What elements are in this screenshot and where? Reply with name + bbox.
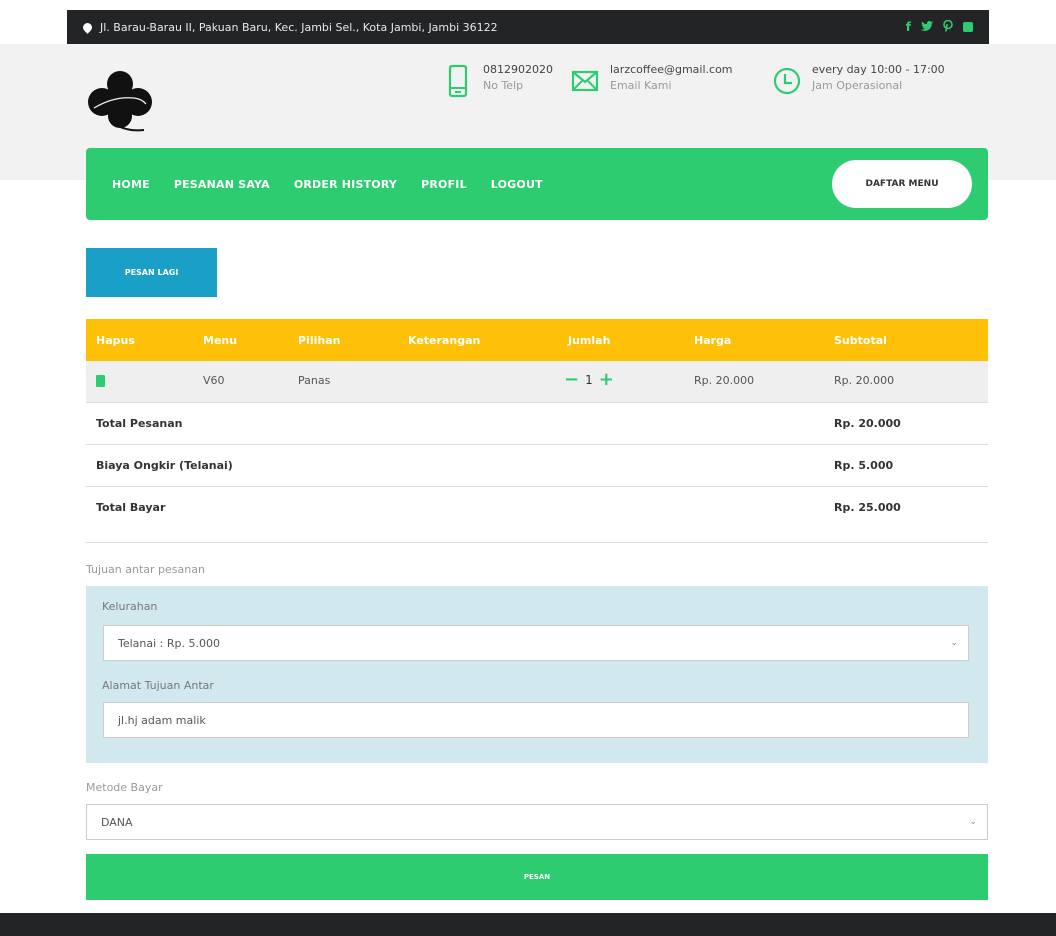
kelurahan-label: Kelurahan — [102, 600, 158, 613]
hours-label: Jam Operasional — [812, 79, 903, 92]
quantity-stepper: − 1 + — [564, 370, 614, 390]
top-bar: Jl. Barau-Barau II, Pakuan Baru, Kec. Ja… — [0, 0, 1056, 44]
col-hapus: Hapus — [96, 333, 135, 347]
cell-menu: V60 — [203, 374, 225, 387]
cell-harga: Rp. 20.000 — [694, 374, 755, 387]
chevron-down-icon: ⌄ — [950, 638, 958, 648]
social-links: f — [906, 19, 973, 35]
pesan-lagi-button[interactable]: PESAN LAGI — [86, 248, 217, 297]
col-harga: Harga — [694, 333, 732, 347]
top-bar-inner: Jl. Barau-Barau II, Pakuan Baru, Kec. Ja… — [67, 10, 989, 44]
hours-text: every day 10:00 - 17:00 — [812, 63, 945, 76]
pinterest-icon[interactable] — [943, 19, 953, 35]
phone-number: 0812902020 — [483, 63, 553, 76]
email-label: Email Kami — [610, 79, 672, 92]
footer — [0, 913, 1056, 936]
col-pilihan: Pilihan — [298, 333, 341, 347]
phone-icon — [443, 62, 473, 100]
clock-icon — [772, 62, 802, 100]
kelurahan-select[interactable]: Telanai : Rp. 5.000 ⌄ — [103, 625, 969, 661]
metode-bayar-value: DANA — [101, 815, 133, 829]
alamat-value: jl.hj adam malik — [118, 713, 206, 727]
minus-icon[interactable]: − — [564, 370, 579, 390]
trash-icon[interactable] — [96, 375, 105, 387]
twitter-icon[interactable] — [921, 20, 933, 34]
order-table: Hapus Menu Pilihan Keterangan Jumlah Har… — [86, 319, 988, 543]
total-pesanan-row: Total Pesanan Rp. 20.000 — [86, 403, 988, 445]
daftar-menu-button[interactable]: DAFTAR MENU — [832, 160, 972, 208]
col-subtotal: Subtotal — [834, 333, 887, 347]
kelurahan-value: Telanai : Rp. 5.000 — [118, 636, 220, 650]
nav-home[interactable]: HOME — [112, 178, 150, 191]
ongkir-value: Rp. 5.000 — [834, 459, 894, 472]
contact-hours: every day 10:00 - 17:00 Jam Operasional — [772, 62, 945, 100]
table-row: V60 Panas − 1 + Rp. 20.000 Rp. 20.000 — [86, 361, 988, 403]
square-icon[interactable] — [963, 22, 973, 32]
address-text: Jl. Barau-Barau II, Pakuan Baru, Kec. Ja… — [100, 20, 498, 34]
col-jumlah: Jumlah — [568, 333, 611, 347]
address: Jl. Barau-Barau II, Pakuan Baru, Kec. Ja… — [81, 20, 498, 34]
cell-pilihan: Panas — [298, 374, 331, 387]
ongkir-label: Biaya Ongkir (Telanai) — [96, 459, 233, 472]
total-pesanan-value: Rp. 20.000 — [834, 417, 901, 430]
quantity-value: 1 — [585, 373, 593, 387]
nav-logout[interactable]: LOGOUT — [491, 178, 543, 191]
alamat-input[interactable]: jl.hj adam malik — [103, 702, 969, 738]
phone-label: No Telp — [483, 79, 524, 92]
main-nav: HOME PESANAN SAYA ORDER HISTORY PROFIL L… — [86, 148, 988, 220]
chevron-down-icon: ⌄ — [969, 817, 977, 827]
pesan-button[interactable]: PESAN — [86, 854, 988, 900]
total-pesanan-label: Total Pesanan — [96, 417, 183, 430]
col-keterangan: Keterangan — [408, 333, 481, 347]
nav-profil[interactable]: PROFIL — [421, 178, 467, 191]
total-bayar-value: Rp. 25.000 — [834, 501, 901, 514]
alamat-label: Alamat Tujuan Antar — [102, 679, 214, 692]
total-bayar-label: Total Bayar — [96, 501, 166, 514]
ongkir-row: Biaya Ongkir (Telanai) Rp. 5.000 — [86, 445, 988, 487]
nav-pesanan-saya[interactable]: PESANAN SAYA — [174, 178, 270, 191]
total-bayar-row: Total Bayar Rp. 25.000 — [86, 487, 988, 543]
metode-bayar-select[interactable]: DANA ⌄ — [86, 804, 988, 840]
metode-bayar-label: Metode Bayar — [86, 781, 163, 794]
plus-icon[interactable]: + — [599, 370, 614, 390]
logo[interactable] — [84, 68, 156, 136]
location-pin-icon — [81, 20, 94, 34]
cell-subtotal: Rp. 20.000 — [834, 374, 895, 387]
email-address: larzcoffee@gmail.com — [610, 63, 733, 76]
contact-phone: 0812902020 No Telp — [443, 62, 553, 100]
tujuan-label: Tujuan antar pesanan — [86, 563, 205, 576]
contact-email: larzcoffee@gmail.com Email Kami — [570, 62, 733, 100]
col-menu: Menu — [203, 333, 238, 347]
nav-order-history[interactable]: ORDER HISTORY — [294, 178, 397, 191]
envelope-icon — [570, 62, 600, 100]
table-header: Hapus Menu Pilihan Keterangan Jumlah Har… — [86, 319, 988, 361]
address-form: Kelurahan Telanai : Rp. 5.000 ⌄ Alamat T… — [86, 586, 988, 763]
facebook-icon[interactable]: f — [906, 20, 911, 34]
